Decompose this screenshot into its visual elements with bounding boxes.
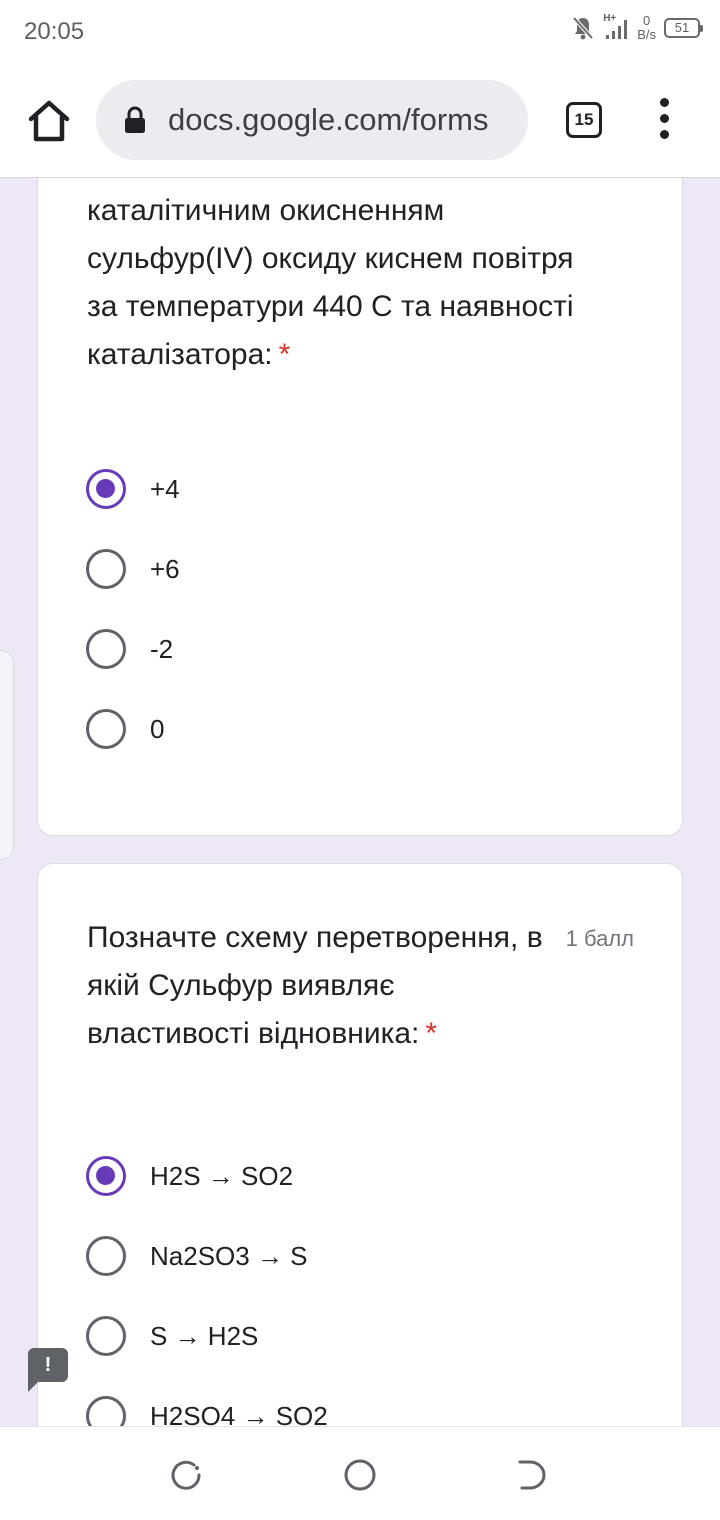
points-label: 1 балл bbox=[565, 926, 634, 951]
radio-option[interactable]: +6 bbox=[86, 547, 180, 591]
feedback-icon: ! bbox=[44, 1354, 52, 1376]
radio-button[interactable] bbox=[86, 1236, 126, 1276]
tab-count: 15 bbox=[574, 110, 594, 129]
option-label: H2SO4 → SO2 bbox=[150, 1400, 328, 1427]
status-bar: 20:05 H+ 0 B/s 51 bbox=[0, 0, 720, 68]
option-label: -2 bbox=[150, 633, 174, 664]
option-label: H2S → SO2 bbox=[150, 1160, 294, 1191]
lock-icon bbox=[125, 106, 145, 133]
question-card: Позначте схему перетворення, в якій Суль… bbox=[37, 863, 683, 1426]
net-speed: 0 B/s bbox=[637, 14, 656, 42]
required-asterisk: * bbox=[278, 338, 291, 371]
signal-icon: H+ bbox=[603, 13, 629, 41]
radio-option[interactable]: -2 bbox=[86, 627, 173, 671]
battery-level: 51 bbox=[674, 20, 690, 35]
back-icon[interactable] bbox=[516, 1457, 552, 1493]
feedback-button[interactable]: ! bbox=[28, 1348, 68, 1392]
mute-notifications-icon bbox=[572, 16, 594, 40]
question-text: Позначте схему перетворення, в якій Суль… bbox=[87, 921, 543, 1050]
side-panel-handle[interactable] bbox=[0, 650, 14, 860]
status-time: 20:05 bbox=[24, 18, 85, 45]
browser-toolbar: docs.google.com/forms 15 bbox=[0, 68, 720, 178]
radio-option[interactable]: +4 bbox=[86, 467, 180, 511]
home-circle-icon[interactable] bbox=[342, 1457, 378, 1493]
option-label: Na2SO3 → S bbox=[150, 1240, 308, 1271]
required-asterisk: * bbox=[425, 1017, 438, 1050]
tab-switcher-button[interactable]: 15 bbox=[566, 102, 602, 138]
status-icons: H+ 0 B/s 51 bbox=[571, 13, 703, 42]
option-label: S → H2S bbox=[150, 1320, 259, 1351]
radio-button[interactable] bbox=[86, 549, 126, 589]
option-label: 0 bbox=[150, 713, 165, 744]
option-label: +6 bbox=[150, 553, 180, 584]
radio-button-selected[interactable] bbox=[86, 1156, 126, 1196]
home-icon[interactable] bbox=[26, 98, 72, 144]
radio-option[interactable]: S → H2S bbox=[86, 1314, 258, 1358]
system-nav-bar bbox=[0, 1426, 720, 1520]
option-label: +4 bbox=[150, 473, 180, 504]
net-speed-value: 0 bbox=[642, 13, 651, 28]
radio-option[interactable]: 0 bbox=[86, 707, 164, 751]
radio-option[interactable]: H2S → SO2 bbox=[86, 1154, 293, 1198]
recents-icon[interactable] bbox=[168, 1457, 204, 1493]
question-title: Сульфуру в сполуці, яку добувають каталі… bbox=[87, 178, 607, 379]
radio-button[interactable] bbox=[86, 1396, 126, 1426]
radio-button[interactable] bbox=[86, 709, 126, 749]
address-bar[interactable]: docs.google.com/forms bbox=[96, 80, 528, 160]
radio-option[interactable]: H2SO4 → SO2 bbox=[86, 1394, 328, 1426]
radio-button[interactable] bbox=[86, 1316, 126, 1356]
radio-button-selected[interactable] bbox=[86, 469, 126, 509]
battery-icon: 51 bbox=[664, 18, 703, 38]
form-content[interactable]: Сульфуру в сполуці, яку добувають каталі… bbox=[0, 178, 720, 1426]
question-card: Сульфуру в сполуці, яку добувають каталі… bbox=[37, 178, 683, 836]
net-speed-unit: B/s bbox=[637, 27, 656, 42]
radio-option[interactable]: Na2SO3 → S bbox=[86, 1234, 308, 1278]
question-text: Сульфуру в сполуці, яку добувають каталі… bbox=[87, 178, 582, 371]
overflow-menu-icon[interactable] bbox=[654, 98, 674, 148]
url-text[interactable]: docs.google.com/forms bbox=[168, 102, 488, 138]
radio-button[interactable] bbox=[86, 629, 126, 669]
question-title: Позначте схему перетворення, в якій Суль… bbox=[87, 914, 557, 1058]
